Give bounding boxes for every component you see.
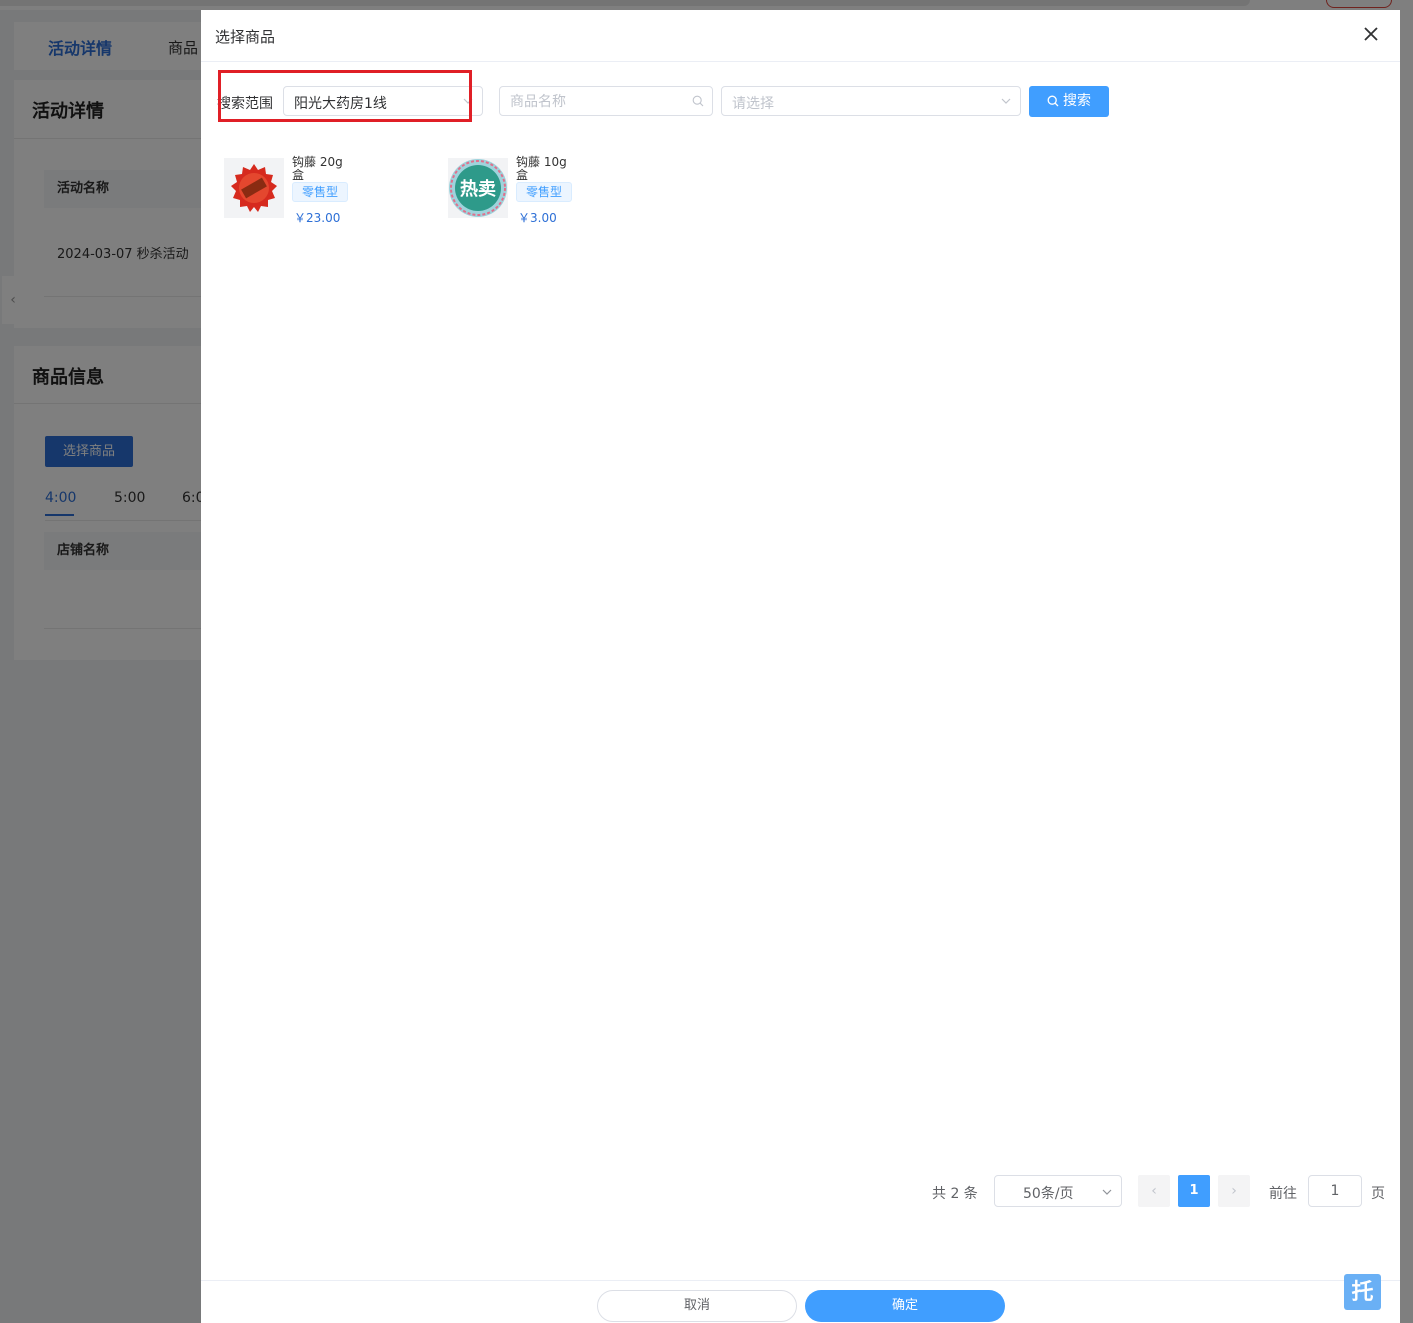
- product-name-input[interactable]: [500, 87, 692, 117]
- goto-label: 前往: [1269, 1186, 1297, 1202]
- dialog-title: 选择商品: [215, 28, 276, 46]
- product-card[interactable]: 钩藤 20g 盒 零售型 ￥23.00: [224, 155, 424, 238]
- close-icon[interactable]: [1361, 24, 1381, 44]
- floating-assistant-button[interactable]: 托: [1344, 1274, 1381, 1310]
- search-icon: [692, 95, 704, 107]
- prev-page-button[interactable]: ‹: [1138, 1175, 1170, 1207]
- promo-badge-icon: [231, 164, 277, 212]
- product-thumbnail: [224, 158, 284, 218]
- search-button-label: 搜索: [1063, 93, 1091, 109]
- hot-sale-badge-icon: 热卖: [449, 159, 507, 217]
- page-suffix: 页: [1371, 1186, 1385, 1202]
- product-card[interactable]: 热卖 钩藤 10g 盒 零售型 ￥3.00: [448, 155, 648, 238]
- search-icon: [1047, 95, 1059, 107]
- product-price: ￥3.00: [518, 211, 557, 225]
- product-unit: 盒: [516, 168, 529, 182]
- page-number-current[interactable]: 1: [1178, 1175, 1210, 1207]
- chevron-down-icon: [463, 98, 473, 104]
- page-size-value: 50条/页: [1023, 1186, 1074, 1202]
- dialog-header: 选择商品: [201, 10, 1400, 62]
- search-scope-value: 阳光大药房1线: [294, 96, 387, 112]
- product-name-field[interactable]: [499, 86, 713, 117]
- pagination-total: 共 2 条: [932, 1186, 978, 1202]
- product-type-tag: 零售型: [292, 182, 348, 202]
- select-product-dialog: 选择商品 搜索范围 阳光大药房1线 请选择 搜索 钩藤 20g 盒 零售型 ￥: [201, 10, 1400, 1323]
- confirm-button[interactable]: 确定: [805, 1290, 1005, 1322]
- product-unit: 盒: [292, 168, 305, 182]
- product-price: ￥23.00: [294, 211, 341, 225]
- category-select[interactable]: 请选择: [721, 86, 1021, 116]
- product-type-tag: 零售型: [516, 182, 572, 202]
- chevron-down-icon: [1001, 98, 1011, 104]
- next-page-button[interactable]: ›: [1218, 1175, 1250, 1207]
- footer-divider: [201, 1280, 1400, 1281]
- goto-page-input[interactable]: 1: [1308, 1175, 1362, 1207]
- hot-sale-text: 热卖: [460, 178, 496, 200]
- search-scope-select[interactable]: 阳光大药房1线: [283, 86, 483, 116]
- page-size-select[interactable]: 50条/页: [994, 1175, 1122, 1207]
- product-thumbnail: 热卖: [448, 158, 508, 218]
- search-scope-label: 搜索范围: [217, 96, 273, 112]
- search-button[interactable]: 搜索: [1029, 86, 1109, 117]
- chevron-down-icon: [1102, 1189, 1112, 1195]
- category-placeholder: 请选择: [732, 96, 774, 112]
- cancel-button[interactable]: 取消: [597, 1290, 797, 1322]
